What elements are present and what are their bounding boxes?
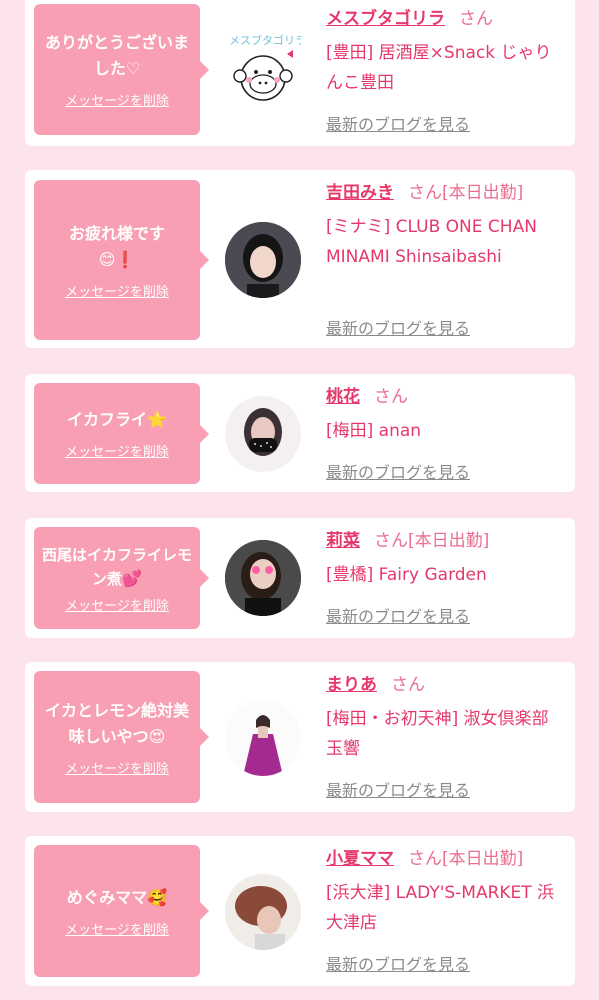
avatar[interactable] [225, 700, 301, 776]
message-text: イカとレモン絶対美味しいやつ😍 [44, 700, 189, 746]
view-blog-link[interactable]: 最新のブログを見る [326, 603, 470, 627]
sender-honorific: さん [391, 675, 425, 695]
sender-name-link[interactable]: 吉田みき [326, 183, 394, 203]
shop-name: [ミナミ] CLUB ONE CHAN MINAMI Shinsaibashi [326, 217, 537, 267]
message-card: めぐみママ🥰 メッセージを削除 小夏ママ さん[本日出勤] [浜大津] LADY'… [25, 836, 575, 986]
message-card: イカとレモン絶対美味しいやつ😍 メッセージを削除 まりあ さん [梅田・お初天神]… [25, 662, 575, 812]
delete-message-link[interactable]: メッセージを削除 [65, 441, 169, 460]
message-bubble: 西尾はイカフライレモン煮💕 メッセージを削除 [34, 527, 209, 629]
sender-honorific: さん [459, 9, 493, 29]
profile-photo-icon [225, 396, 301, 472]
sender-info: 莉菜 さん[本日出勤] [豊橋] Fairy Garden [326, 528, 566, 590]
sender-info: 小夏ママ さん[本日出勤] [浜大津] LADY'S-MARKET 浜大津店 [326, 846, 566, 938]
view-blog-link[interactable]: 最新のブログを見る [326, 315, 470, 339]
message-bubble: イカとレモン絶対美味しいやつ😍 メッセージを削除 [34, 671, 209, 803]
sender-name-link[interactable]: まりあ [326, 675, 377, 695]
emoji: 🥰 [147, 887, 168, 907]
sender-info: 吉田みき さん[本日出勤] [ミナミ] CLUB ONE CHAN MINAMI … [326, 180, 566, 272]
message-bubble: お疲れ様です 😊❗ メッセージを削除 [34, 180, 209, 340]
avatar[interactable] [225, 222, 301, 298]
message-text: ありがとうございました♡ [44, 33, 189, 78]
shop-name: [梅田] anan [326, 421, 422, 441]
gorilla-illustration-icon: メスブタゴリラ [229, 33, 306, 101]
sender-name-link[interactable]: 莉菜 [326, 531, 360, 551]
avatar-logo-text: メスブタゴリラ [229, 33, 301, 47]
sender-honorific: さん[本日出勤] [408, 849, 524, 869]
shop-name: [梅田・お初天神] 淑女倶楽部 玉響 [326, 709, 549, 759]
sender-honorific: さん[本日出勤] [408, 183, 524, 203]
delete-message-link[interactable]: メッセージを削除 [65, 758, 169, 777]
emoji: 💕 [122, 568, 142, 588]
profile-photo-icon [225, 700, 301, 776]
sender-info: まりあ さん [梅田・お初天神] 淑女倶楽部 玉響 [326, 672, 566, 764]
message-bubble: イカフライ⭐ メッセージを削除 [34, 383, 209, 484]
avatar[interactable] [225, 396, 301, 472]
message-text: めぐみママ🥰 [66, 887, 168, 907]
message-card: お疲れ様です 😊❗ メッセージを削除 吉田みき さん[本日出勤] [ミナミ] CLU… [25, 170, 575, 348]
view-blog-link[interactable]: 最新のブログを見る [326, 111, 470, 135]
avatar[interactable] [225, 874, 301, 950]
sender-honorific: さん[本日出勤] [374, 531, 490, 551]
shop-name: [豊橋] Fairy Garden [326, 565, 487, 585]
avatar[interactable]: メスブタゴリラ [225, 30, 306, 106]
sender-honorific: さん [374, 387, 408, 407]
sender-name-link[interactable]: 小夏ママ [326, 849, 394, 869]
avatar[interactable] [225, 540, 301, 616]
emoji: 😍 [148, 726, 166, 746]
profile-photo-icon [225, 540, 301, 616]
view-blog-link[interactable]: 最新のブログを見る [326, 777, 470, 801]
profile-photo-icon [225, 222, 301, 298]
profile-photo-icon [225, 874, 301, 950]
delete-message-link[interactable]: メッセージを削除 [65, 595, 169, 614]
sender-info: メスブタゴリラ さん [豊田] 居酒屋×Snack じゃりんこ豊田 [326, 6, 566, 98]
message-card: イカフライ⭐ メッセージを削除 桃花 さん [梅田] anan 最新のブログを見る [25, 374, 575, 492]
shop-name: [浜大津] LADY'S-MARKET 浜大津店 [326, 883, 555, 933]
delete-message-link[interactable]: メッセージを削除 [65, 281, 169, 300]
message-card: ありがとうございました♡ メッセージを削除 メスブタゴリラ メスブタゴリラ さん … [25, 0, 575, 146]
emoji: 😊❗ [98, 249, 136, 269]
shop-name: [豊田] 居酒屋×Snack じゃりんこ豊田 [326, 43, 552, 93]
sender-name-link[interactable]: メスブタゴリラ [326, 9, 445, 29]
message-text: お疲れ様です 😊❗ [68, 223, 165, 269]
sender-name-link[interactable]: 桃花 [326, 387, 360, 407]
view-blog-link[interactable]: 最新のブログを見る [326, 951, 470, 975]
delete-message-link[interactable]: メッセージを削除 [65, 90, 169, 109]
message-text: 西尾はイカフライレモン煮💕 [41, 545, 192, 588]
message-bubble: めぐみママ🥰 メッセージを削除 [34, 845, 209, 977]
sender-info: 桃花 さん [梅田] anan [326, 384, 566, 446]
delete-message-link[interactable]: メッセージを削除 [65, 919, 169, 938]
message-text: イカフライ⭐ [67, 410, 167, 429]
view-blog-link[interactable]: 最新のブログを見る [326, 459, 470, 483]
emoji: ⭐ [147, 410, 167, 429]
message-bubble: ありがとうございました♡ メッセージを削除 [34, 4, 209, 135]
message-card: 西尾はイカフライレモン煮💕 メッセージを削除 莉菜 さん[本日出勤] [豊橋] F… [25, 518, 575, 638]
